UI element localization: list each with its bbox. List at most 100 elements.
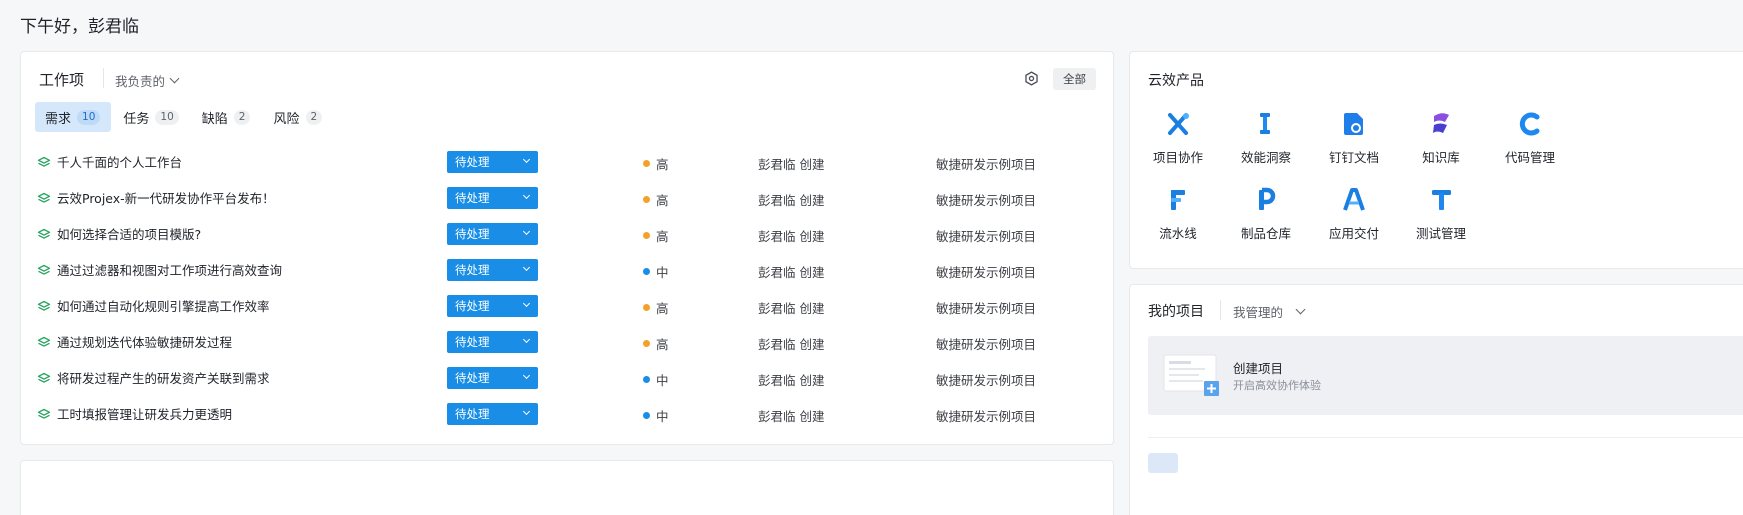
priority-label: 高 xyxy=(656,301,669,316)
tab-1[interactable]: 任务 10 xyxy=(113,102,189,132)
table-row: 通过规划迭代体验敏捷研发过程 待处理 高 彭君临 创建 敏捷研发示例项目 xyxy=(21,324,1113,360)
project-name[interactable]: 敏捷研发示例项目 xyxy=(936,226,1036,245)
table-row: 通过过滤器和视图对工作项进行高效查询 待处理 中 彭君临 创建 敏捷研发示例项目 xyxy=(21,252,1113,288)
work-item-title[interactable]: 工时填报管理让研发兵力更透明 xyxy=(57,404,232,423)
priority-dot-icon xyxy=(643,412,650,419)
project-name[interactable]: 敏捷研发示例项目 xyxy=(936,370,1036,389)
project-name[interactable]: 敏捷研发示例项目 xyxy=(936,262,1036,281)
work-items-title: 工作项 xyxy=(39,71,85,89)
creator: 彭君临 创建 xyxy=(758,301,825,316)
status-label: 待处理 xyxy=(455,227,490,241)
chevron-down-icon xyxy=(522,191,531,200)
product-projex[interactable]: 项目协作 xyxy=(1138,108,1218,166)
table-row: 云效Projex-新一代研发协作平台发布！ 待处理 高 彭君临 创建 敏捷研发示例项目 xyxy=(21,180,1113,216)
priority-label: 高 xyxy=(656,229,669,244)
status-dropdown[interactable]: 待处理 xyxy=(447,403,538,425)
work-filter-dropdown[interactable]: 我负责的 xyxy=(115,71,180,90)
work-item-title[interactable]: 千人千面的个人工作台 xyxy=(57,152,182,171)
priority-dot-icon xyxy=(643,232,650,239)
product-label: 项目协作 xyxy=(1152,150,1203,165)
status-dropdown[interactable]: 待处理 xyxy=(447,295,538,317)
product-flow[interactable]: 流水线 xyxy=(1138,184,1218,242)
creator: 彭君临 创建 xyxy=(758,229,825,244)
project-name[interactable]: 敏捷研发示例项目 xyxy=(936,154,1036,173)
priority: 中 xyxy=(643,370,669,389)
project-thumbnail-icon xyxy=(1148,453,1178,473)
tab-label: 任务 xyxy=(123,111,150,127)
priority-label: 高 xyxy=(656,157,669,172)
product-label: 知识库 xyxy=(1422,150,1460,165)
create-project-button[interactable]: 创建项目 开启高效协作体验 xyxy=(1148,336,1743,415)
work-item-title[interactable]: 将研发过程产生的研发资产关联到需求 xyxy=(57,368,270,387)
tab-0[interactable]: 需求 10 xyxy=(35,102,112,132)
status-label: 待处理 xyxy=(455,263,490,277)
projex-icon xyxy=(1168,113,1189,135)
table-row: 如何选择合适的项目模版? 待处理 高 彭君临 创建 敏捷研发示例项目 xyxy=(21,216,1113,252)
work-item-title[interactable]: 如何选择合适的项目模版? xyxy=(57,224,201,243)
chevron-down-icon xyxy=(522,263,531,272)
work-item-title[interactable]: 通过规划迭代体验敏捷研发过程 xyxy=(57,332,232,351)
status-label: 待处理 xyxy=(455,335,490,349)
status-dropdown[interactable]: 待处理 xyxy=(447,187,538,209)
status-dropdown[interactable]: 待处理 xyxy=(447,331,538,353)
product-insight[interactable]: 效能洞察 xyxy=(1226,108,1306,166)
chevron-down-icon xyxy=(522,335,531,344)
work-item-title[interactable]: 如何通过自动化规则引擎提高工作效率 xyxy=(57,296,270,315)
chevron-down-icon xyxy=(522,227,531,236)
product-dingtalk-doc[interactable]: 钉钉文档 xyxy=(1314,108,1394,166)
product-knowledge-base[interactable]: 知识库 xyxy=(1401,108,1481,166)
tab-count-badge: 10 xyxy=(77,109,101,125)
dingtalk-doc-icon xyxy=(1344,113,1363,135)
all-button[interactable]: 全部 xyxy=(1053,68,1096,90)
priority-dot-icon xyxy=(643,268,650,275)
project-name[interactable]: 敏捷研发示例项目 xyxy=(936,406,1036,425)
status-label: 待处理 xyxy=(455,299,490,313)
project-name[interactable]: 敏捷研发示例项目 xyxy=(936,334,1036,353)
status-dropdown[interactable]: 待处理 xyxy=(447,259,538,281)
table-row: 千人千面的个人工作台 待处理 高 彭君临 创建 敏捷研发示例项目 xyxy=(21,144,1113,180)
tab-count-badge: 10 xyxy=(155,109,179,125)
work-tabs: 需求 10 任务 10 缺陷 2 风险 2 xyxy=(35,102,335,132)
packages-icon xyxy=(1259,187,1276,210)
table-row: 工时填报管理让研发兵力更透明 待处理 中 彭君临 创建 敏捷研发示例项目 xyxy=(21,396,1113,432)
divider xyxy=(1220,300,1221,320)
my-projects-card: 我的项目 我管理的 创建项目 开启高效协作体验 xyxy=(1129,284,1743,515)
product-testhub[interactable]: 测试管理 xyxy=(1401,184,1481,242)
status-dropdown[interactable]: 待处理 xyxy=(447,151,538,173)
status-dropdown[interactable]: 待处理 xyxy=(447,223,538,245)
priority-dot-icon xyxy=(643,160,650,167)
greeting: 下午好，彭君临 xyxy=(20,17,139,37)
requirement-icon xyxy=(37,408,51,419)
priority: 高 xyxy=(643,154,669,173)
priority: 中 xyxy=(643,262,669,281)
knowledge-base-icon xyxy=(1433,113,1449,133)
work-item-title[interactable]: 云效Projex-新一代研发协作平台发布！ xyxy=(57,188,275,207)
lower-card xyxy=(20,460,1114,515)
tab-count-badge: 2 xyxy=(305,109,323,125)
work-item-title[interactable]: 通过过滤器和视图对工作项进行高效查询 xyxy=(57,260,282,279)
creator: 彭君临 创建 xyxy=(758,157,825,172)
tab-2[interactable]: 缺陷 2 xyxy=(192,102,262,132)
tab-3[interactable]: 风险 2 xyxy=(263,102,333,132)
project-name[interactable]: 敏捷研发示例项目 xyxy=(936,298,1036,317)
product-label: 流水线 xyxy=(1159,226,1197,241)
tab-count-badge: 2 xyxy=(233,109,251,125)
new-project-icon xyxy=(1163,354,1219,396)
product-packages[interactable]: 制品仓库 xyxy=(1226,184,1306,242)
project-name[interactable]: 敏捷研发示例项目 xyxy=(936,190,1036,209)
tab-label: 缺陷 xyxy=(201,111,228,127)
priority-dot-icon xyxy=(643,196,650,203)
project-filter-dropdown[interactable]: 我管理的 xyxy=(1233,302,1306,321)
status-dropdown[interactable]: 待处理 xyxy=(447,367,538,389)
creator: 彭君临 创建 xyxy=(758,337,825,352)
product-codeup[interactable]: 代码管理 xyxy=(1490,108,1570,166)
codeup-icon xyxy=(1519,112,1540,136)
priority-label: 高 xyxy=(656,193,669,208)
product-appstack[interactable]: 应用交付 xyxy=(1314,184,1394,242)
requirement-icon xyxy=(37,264,51,275)
chevron-down-icon xyxy=(522,371,531,380)
create-project-title: 创建项目 xyxy=(1233,361,1284,376)
creator: 彭君临 创建 xyxy=(758,265,825,280)
chevron-down-icon xyxy=(522,299,531,308)
settings-button[interactable] xyxy=(1022,69,1040,87)
